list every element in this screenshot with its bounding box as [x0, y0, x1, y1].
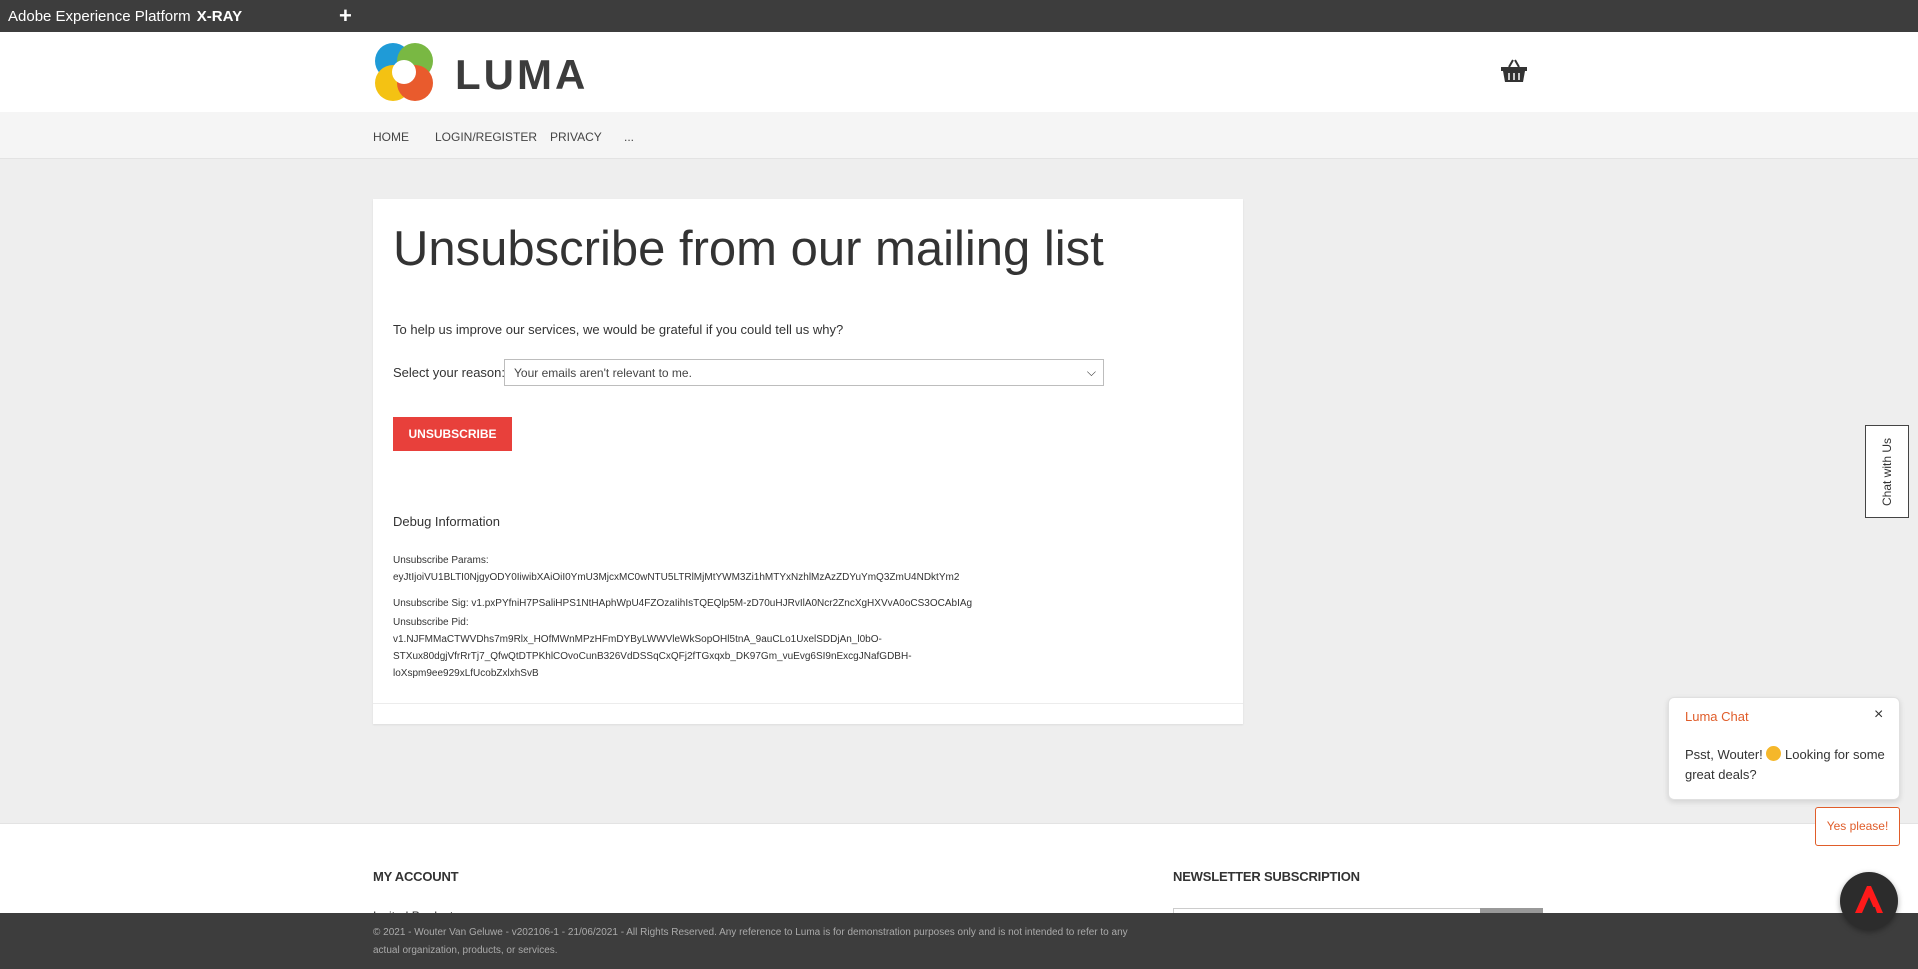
- xray-toolbar: Adobe Experience Platform X-RAY +: [0, 0, 1918, 32]
- debug-pid-line: STXux80dgjVfrRrTj7_QfwQtDTPKhlCOvoCunB32…: [393, 651, 912, 662]
- chat-name: Luma Chat: [1685, 709, 1749, 724]
- debug-params-value: eyJtIjoiVU1BLTI0NjgyODY0IiwibXAiOiI0YmU3…: [393, 572, 960, 583]
- chat-message-greeting: Psst, Wouter!: [1685, 747, 1763, 762]
- adobe-assistant-button[interactable]: [1840, 872, 1898, 930]
- luma-logo[interactable]: LUMA: [373, 41, 585, 105]
- reason-select[interactable]: Your emails aren't relevant to me. ⌵: [504, 359, 1104, 386]
- chat-message: Psst, Wouter! Looking for some great dea…: [1685, 745, 1890, 785]
- debug-sig: Unsubscribe Sig: v1.pxPYfniH7PSaliHPS1Nt…: [393, 595, 993, 612]
- nav-privacy[interactable]: PRIVACY: [550, 130, 602, 144]
- debug-params: Unsubscribe Params: eyJtIjoiVU1BLTI0Njgy…: [393, 552, 993, 586]
- unsubscribe-card: Unsubscribe from our mailing list To hel…: [373, 199, 1243, 724]
- adobe-logo-icon: [1855, 886, 1883, 913]
- xray-title-prefix: Adobe Experience Platform: [8, 8, 191, 25]
- chat-with-us-tab[interactable]: Chat with Us: [1865, 425, 1909, 518]
- chevron-down-icon: ⌵: [1086, 365, 1096, 379]
- footer-newsletter: NEWSLETTER SUBSCRIPTION: [1173, 869, 1360, 884]
- xray-title-bold: X-RAY: [196, 8, 243, 25]
- nav-login-register[interactable]: LOGIN/REGISTER: [435, 130, 537, 144]
- page-title: Unsubscribe from our mailing list: [393, 222, 1104, 276]
- yes-please-button[interactable]: Yes please!: [1815, 807, 1900, 846]
- debug-pid: Unsubscribe Pid: v1.NJFMMaCTWVDhs7m9Rlx_…: [393, 614, 993, 682]
- add-tab-button[interactable]: +: [339, 3, 352, 29]
- debug-params-label: Unsubscribe Params:: [393, 555, 489, 566]
- nav-more[interactable]: ...: [624, 130, 634, 144]
- debug-pid-line: loXspm9ee929xLfUcobZxlxhSvB: [393, 668, 539, 679]
- card-divider: [373, 703, 1243, 704]
- basket-icon[interactable]: [1500, 58, 1528, 84]
- intro-text: To help us improve our services, we woul…: [393, 322, 844, 337]
- close-icon[interactable]: ×: [1874, 706, 1883, 724]
- xray-title: Adobe Experience Platform X-RAY: [8, 8, 242, 25]
- luma-logo-mark-icon: [375, 43, 433, 101]
- logo-text: LUMA: [455, 51, 589, 98]
- debug-sig-label: Unsubscribe Sig:: [393, 598, 469, 609]
- debug-sig-value: v1.pxPYfniH7PSaliHPS1NtHAphWpU4FZOzaIihI…: [471, 598, 973, 609]
- nav-home[interactable]: HOME: [373, 130, 409, 144]
- site-header: LUMA: [0, 32, 1918, 112]
- shushing-face-emoji-icon: [1766, 746, 1782, 761]
- copyright-bar: © 2021 - Wouter Van Geluwe - v202106-1 -…: [0, 913, 1918, 969]
- reason-selected-value: Your emails aren't relevant to me.: [514, 366, 692, 380]
- debug-title: Debug Information: [393, 514, 500, 529]
- debug-pid-label: Unsubscribe Pid:: [393, 617, 469, 628]
- unsubscribe-button[interactable]: UNSUBSCRIBE: [393, 417, 512, 451]
- footer-my-account: MY ACCOUNT: [373, 869, 459, 884]
- chat-popup: Luma Chat × Psst, Wouter! Looking for so…: [1668, 697, 1900, 800]
- site-footer: MY ACCOUNT NEWSLETTER SUBSCRIPTION Invit…: [0, 823, 1918, 923]
- copyright-text: © 2021 - Wouter Van Geluwe - v202106-1 -…: [373, 927, 1128, 956]
- chat-tab-label: Chat with Us: [1880, 437, 1894, 506]
- debug-pid-line: v1.NJFMMaCTWVDhs7m9Rlx_HOfMWnMPzHFmDYByL…: [393, 634, 882, 645]
- reason-label: Select your reason:: [393, 365, 506, 380]
- main-nav: HOME LOGIN/REGISTER PRIVACY ...: [0, 112, 1918, 159]
